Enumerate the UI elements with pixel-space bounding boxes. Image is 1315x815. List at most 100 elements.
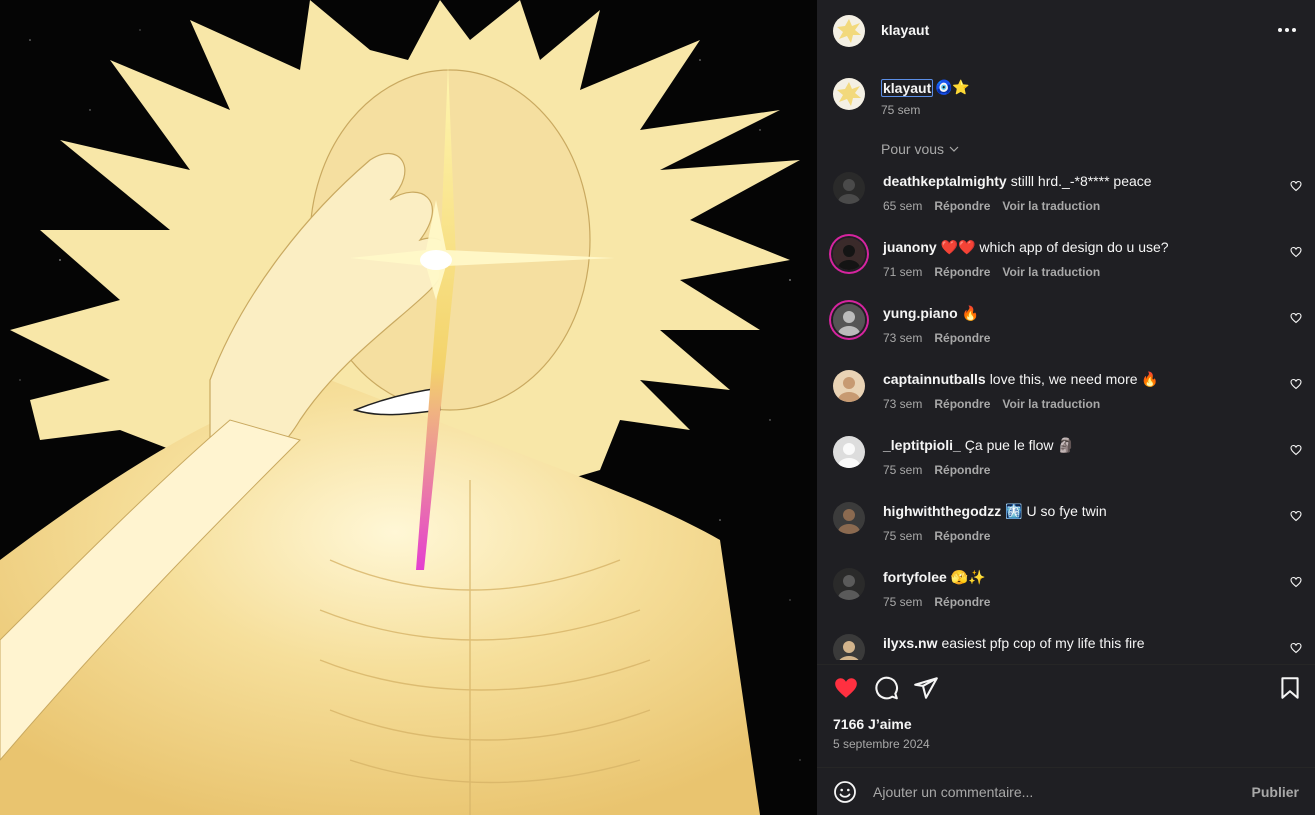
comment-like-button[interactable] <box>1290 180 1302 192</box>
comment-timestamp[interactable]: 73 sem <box>883 331 922 345</box>
comment-text: 🩻 U so fye twin <box>1005 503 1107 519</box>
ellipsis-dot <box>1292 28 1296 32</box>
reply-button[interactable]: Répondre <box>934 265 990 279</box>
comment-timestamp[interactable]: 75 sem <box>883 595 922 609</box>
comment-like-button[interactable] <box>1290 246 1302 258</box>
comment-item: deathkeptalmighty stilll hrd._-*8**** pea… <box>817 166 1315 232</box>
commenter-avatar[interactable] <box>833 304 865 336</box>
paper-plane-icon <box>914 677 938 699</box>
chevron-down-icon <box>949 146 959 152</box>
reply-button[interactable]: Répondre <box>934 397 990 411</box>
comment-item: yung.piano 🔥 73 sem Répondre <box>817 298 1315 364</box>
save-button[interactable] <box>1277 675 1303 701</box>
comment-item: fortyfolee 🫣✨ 75 sem Répondre <box>817 562 1315 628</box>
publish-button[interactable]: Publier <box>1252 784 1299 800</box>
commenter-username[interactable]: highwiththegodzz <box>883 503 1001 519</box>
comment-like-button[interactable] <box>1290 312 1302 324</box>
comment-timestamp[interactable]: 71 sem <box>883 265 922 279</box>
author-avatar[interactable] <box>833 15 865 47</box>
caption-timestamp[interactable]: 75 sem <box>881 103 920 117</box>
sort-label: Pour vous <box>881 141 945 157</box>
reply-button[interactable]: Répondre <box>934 463 990 477</box>
comment-bubble-icon <box>875 676 898 700</box>
comment-text: easiest pfp cop of my life this fire <box>941 635 1145 651</box>
caption-avatar[interactable] <box>833 78 865 110</box>
commenter-username[interactable]: captainnutballs <box>883 371 986 387</box>
ellipsis-dot <box>1285 28 1289 32</box>
commenter-avatar[interactable] <box>833 502 865 534</box>
emoji-button[interactable] <box>833 780 857 804</box>
ellipsis-icon <box>1278 28 1282 32</box>
comment-meta: 75 sem Répondre <box>883 595 1014 609</box>
translate-button[interactable]: Voir la traduction <box>1002 397 1100 411</box>
smiley-icon <box>834 781 856 803</box>
author-username[interactable]: klayaut <box>881 22 929 38</box>
commenter-username[interactable]: yung.piano <box>883 305 958 321</box>
comment-meta: 71 sem Répondre Voir la traduction <box>883 265 1112 279</box>
commenter-avatar[interactable] <box>833 436 865 468</box>
translate-button[interactable]: Voir la traduction <box>1002 199 1100 213</box>
reply-button[interactable]: Répondre <box>934 199 990 213</box>
comment-item: ilyxs.nw easiest pfp cop of my life this … <box>817 628 1315 660</box>
comment-sort-dropdown[interactable]: Pour vous <box>881 141 960 157</box>
post-caption: klayaut 🧿⭐ 75 sem <box>817 62 1315 132</box>
commenter-avatar[interactable] <box>833 634 865 660</box>
comment-body: fortyfolee 🫣✨ <box>883 569 986 586</box>
commenter-username[interactable]: ilyxs.nw <box>883 635 937 651</box>
commenter-username[interactable]: juanony <box>883 239 937 255</box>
comment-timestamp[interactable]: 75 sem <box>883 529 922 543</box>
share-button[interactable] <box>913 675 939 701</box>
commenter-avatar[interactable] <box>833 370 865 402</box>
post-header: klayaut <box>817 0 1315 62</box>
heart-outline-icon <box>1290 642 1302 654</box>
translate-button[interactable]: Voir la traduction <box>1002 265 1100 279</box>
commenter-avatar[interactable] <box>833 238 865 270</box>
more-options-button[interactable] <box>1275 18 1299 42</box>
comment-like-button[interactable] <box>1290 642 1302 654</box>
commenter-username[interactable]: _leptitpioli_ <box>883 437 961 453</box>
post-side-panel: klayaut klayaut 🧿⭐ 75 sem Pour vous deat… <box>817 0 1315 815</box>
comment-text: ❤️❤️ which app of design do u use? <box>940 239 1169 255</box>
comment-like-button[interactable] <box>1290 444 1302 456</box>
comment-body: juanony ❤️❤️ which app of design do u use… <box>883 239 1169 256</box>
comment-body: _leptitpioli_ Ça pue le flow 🗿 <box>883 437 1075 454</box>
comment-meta: 75 sem Répondre <box>883 463 1014 477</box>
like-button[interactable] <box>833 675 859 701</box>
comment-timestamp[interactable]: 65 sem <box>883 199 922 213</box>
comment-button[interactable] <box>873 675 899 701</box>
comment-body: captainnutballs love this, we need more 🔥 <box>883 371 1159 388</box>
comment-composer: Publier <box>817 767 1315 815</box>
comment-meta: 73 sem Répondre Voir la traduction <box>883 397 1112 411</box>
caption-username[interactable]: klayaut <box>881 79 934 97</box>
comments-list[interactable]: deathkeptalmighty stilll hrd._-*8**** pea… <box>817 166 1315 660</box>
post-date: 5 septembre 2024 <box>833 737 930 751</box>
comment-like-button[interactable] <box>1290 378 1302 390</box>
comment-text: 🔥 <box>961 305 980 321</box>
comment-like-button[interactable] <box>1290 576 1302 588</box>
post-image[interactable] <box>0 0 817 815</box>
caption-text: 🧿⭐ <box>935 79 970 95</box>
reply-button[interactable]: Répondre <box>934 529 990 543</box>
comment-body: deathkeptalmighty stilll hrd._-*8**** pea… <box>883 173 1152 189</box>
heart-filled-icon <box>835 678 857 698</box>
commenter-avatar[interactable] <box>833 568 865 600</box>
comment-timestamp[interactable]: 73 sem <box>883 397 922 411</box>
commenter-avatar[interactable] <box>833 172 865 204</box>
heart-outline-icon <box>1290 246 1302 258</box>
comment-like-button[interactable] <box>1290 510 1302 522</box>
reply-button[interactable]: Répondre <box>934 331 990 345</box>
comment-meta: 73 sem Répondre <box>883 331 1014 345</box>
comment-meta: 65 sem Répondre Voir la traduction <box>883 199 1112 213</box>
comment-timestamp[interactable]: 75 sem <box>883 463 922 477</box>
heart-outline-icon <box>1290 576 1302 588</box>
comment-meta: 75 sem Répondre <box>883 529 1014 543</box>
comment-body: ilyxs.nw easiest pfp cop of my life this … <box>883 635 1145 651</box>
like-count[interactable]: 7166 J’aime <box>833 716 912 732</box>
post-actions-bar <box>817 664 1315 712</box>
comment-text: 🫣✨ <box>950 569 986 585</box>
commenter-username[interactable]: deathkeptalmighty <box>883 173 1007 189</box>
reply-button[interactable]: Répondre <box>934 595 990 609</box>
artwork-illustration <box>0 0 817 815</box>
commenter-username[interactable]: fortyfolee <box>883 569 947 585</box>
comment-input[interactable] <box>873 778 1233 806</box>
